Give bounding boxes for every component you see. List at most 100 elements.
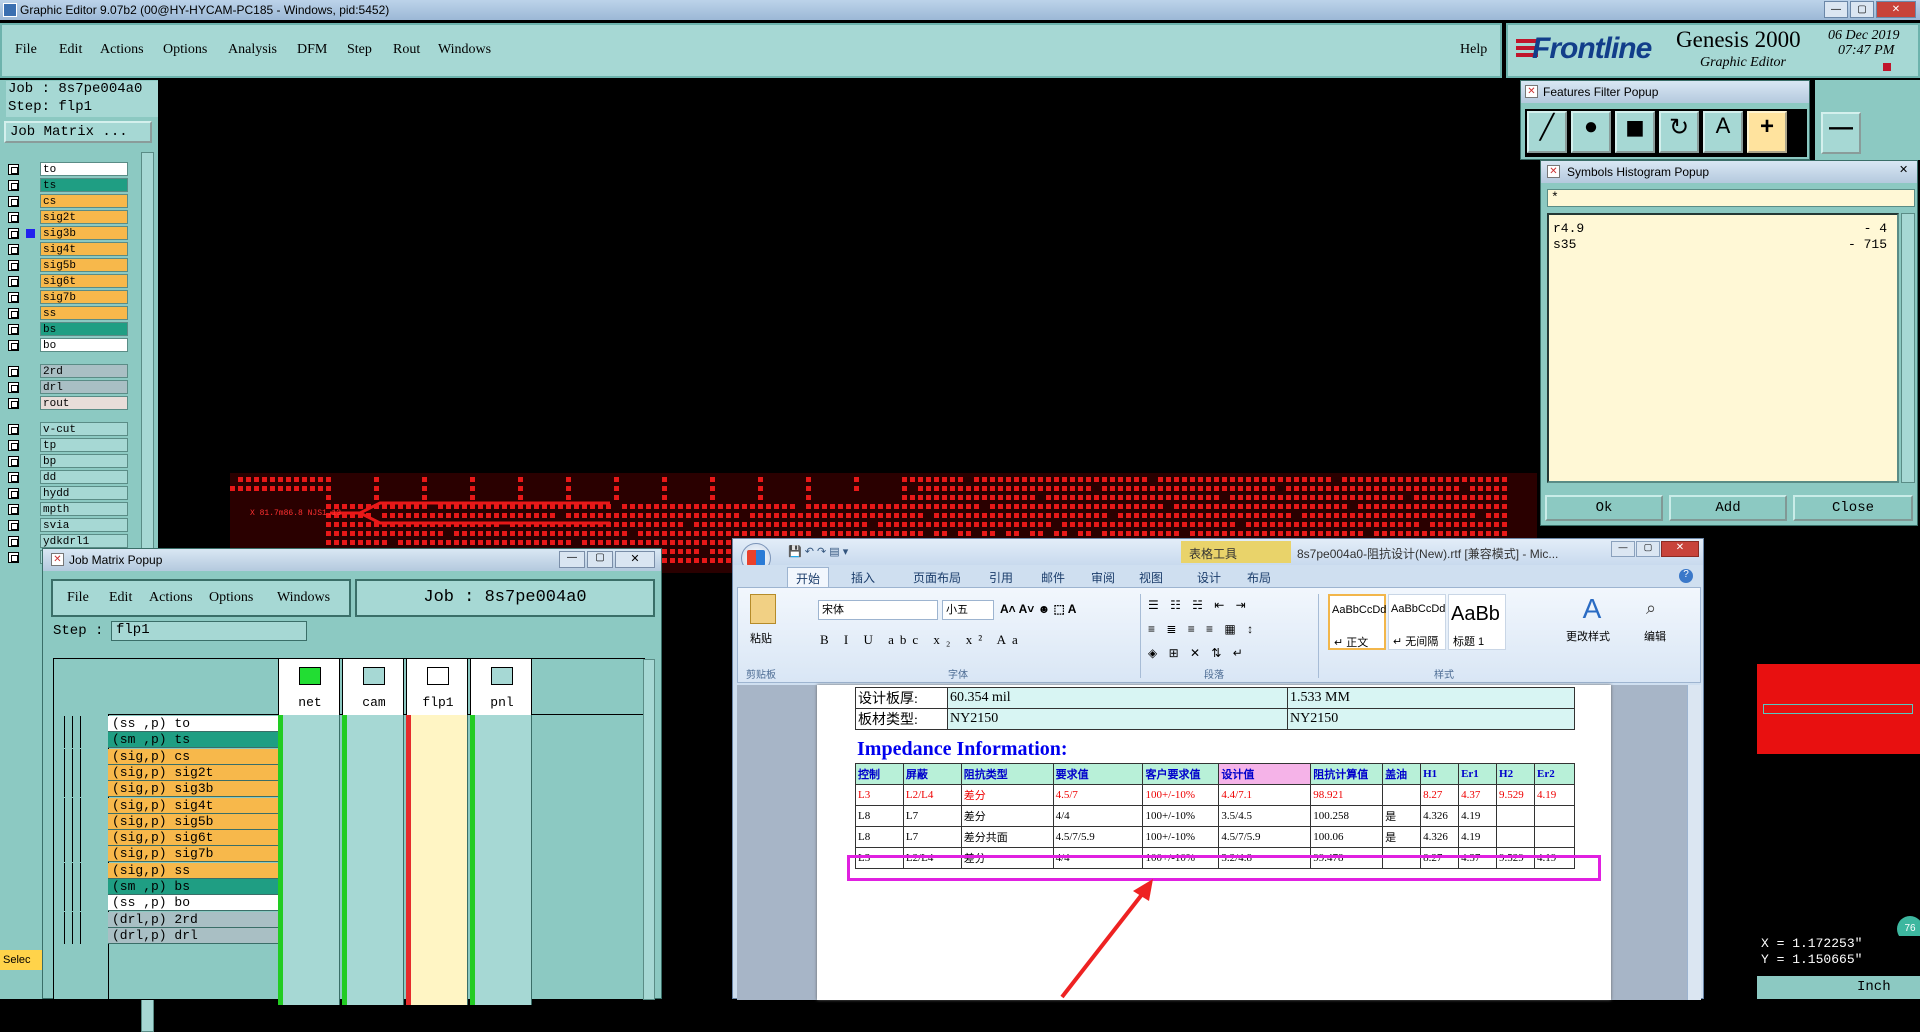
layer-row[interactable]: mpth <box>6 502 128 517</box>
arc-feature-icon[interactable]: ↻ <box>1659 111 1699 153</box>
layer-name[interactable]: sig5b <box>40 258 128 272</box>
layer-row[interactable]: 2rd <box>6 364 128 379</box>
layer-name[interactable]: svia <box>40 518 128 532</box>
matrix-row-label[interactable]: (sig,p) ss <box>108 862 278 879</box>
matrix-column-cells[interactable] <box>342 715 404 1005</box>
matrix-row-label[interactable]: (sm ,p) ts <box>108 732 278 749</box>
layer-name[interactable]: ydkdrl1 <box>40 534 128 548</box>
matrix-row-label[interactable]: (sm ,p) bs <box>108 879 278 895</box>
word-close-button[interactable]: ✕ <box>1661 541 1699 557</box>
style-gallery-item[interactable]: AaBbCcDd ↵ 无间隔 <box>1388 594 1446 650</box>
word-maximize-button[interactable]: ▢ <box>1636 541 1660 557</box>
popup-close-button[interactable]: ✕ <box>615 551 655 568</box>
help-icon[interactable]: ? <box>1679 569 1693 583</box>
layer-name[interactable]: to <box>40 162 128 176</box>
layer-name[interactable]: rout <box>40 396 128 410</box>
matrix-row-handle[interactable] <box>54 813 108 830</box>
layer-row[interactable]: tp <box>6 438 128 453</box>
ribbon-tab[interactable]: 引用 <box>981 567 1021 588</box>
matrix-row-label[interactable]: (drl,p) drl <box>108 927 278 944</box>
layer-name[interactable]: 2rd <box>40 364 128 378</box>
font-size-buttons[interactable]: A˄ A˅ ☻ ⬚ A <box>1000 602 1076 616</box>
positive-polarity-icon[interactable]: + <box>1747 111 1787 153</box>
matrix-row-label[interactable]: (sig,p) cs <box>108 748 278 765</box>
job-matrix-button[interactable]: Job Matrix ... <box>4 121 152 143</box>
jm-menu-options[interactable]: Options <box>209 590 253 606</box>
matrix-row-label[interactable]: (sig,p) sig6t <box>108 830 278 847</box>
matrix-row-label[interactable]: (ss ,p) bo <box>108 895 278 912</box>
layer-checkbox[interactable] <box>8 382 19 393</box>
layer-checkbox[interactable] <box>8 244 19 255</box>
menu-windows[interactable]: Windows <box>438 42 491 58</box>
layer-checkbox[interactable] <box>8 180 19 191</box>
negative-polarity-icon[interactable]: — <box>1821 112 1861 154</box>
layer-row[interactable]: v-cut <box>6 422 128 437</box>
ribbon-tab[interactable]: 邮件 <box>1033 567 1073 588</box>
layer-row[interactable]: ydkdrl1 <box>6 534 128 549</box>
matrix-row-label[interactable]: (drl,p) 2rd <box>108 911 278 928</box>
layer-name[interactable]: mpth <box>40 502 128 516</box>
text-feature-icon[interactable]: A <box>1703 111 1743 153</box>
menu-dfm[interactable]: DFM <box>297 42 327 58</box>
matrix-row-handle[interactable] <box>54 911 108 928</box>
layer-name[interactable]: tp <box>40 438 128 452</box>
jm-menu-actions[interactable]: Actions <box>149 590 193 606</box>
layer-checkbox[interactable] <box>8 552 19 563</box>
maximize-button[interactable]: ▢ <box>1850 1 1874 18</box>
matrix-scrollbar[interactable] <box>643 659 655 1000</box>
layer-checkbox[interactable] <box>8 472 19 483</box>
change-style-label[interactable]: 更改样式 <box>1566 628 1610 644</box>
layer-checkbox[interactable] <box>8 340 19 351</box>
layer-checkbox[interactable] <box>8 276 19 287</box>
matrix-column-header[interactable]: net <box>278 659 340 715</box>
pad-feature-icon[interactable]: ● <box>1571 111 1611 153</box>
histogram-entry[interactable]: s35 - 715 <box>1553 237 1893 252</box>
menu-step[interactable]: Step <box>347 42 372 58</box>
menu-rout[interactable]: Rout <box>393 42 420 58</box>
layer-checkbox[interactable] <box>8 488 19 499</box>
layer-checkbox[interactable] <box>8 228 19 239</box>
matrix-column-cells[interactable] <box>406 715 468 1005</box>
matrix-row-handle[interactable] <box>54 716 108 732</box>
find-icon[interactable]: ⌕ <box>1646 598 1656 619</box>
matrix-row-label[interactable]: (sig,p) sig7b <box>108 846 278 863</box>
ribbon-tab[interactable]: 布局 <box>1239 567 1279 588</box>
jm-menu-file[interactable]: File <box>67 590 89 606</box>
layer-checkbox[interactable] <box>8 440 19 451</box>
menu-file[interactable]: File <box>15 42 37 58</box>
layer-row[interactable]: sig3b <box>6 226 128 241</box>
layer-name[interactable]: v-cut <box>40 422 128 436</box>
layer-row[interactable]: hydd <box>6 486 128 501</box>
matrix-row-handle[interactable] <box>54 797 108 814</box>
word-minimize-button[interactable]: — <box>1611 541 1635 557</box>
layer-name[interactable]: sig7b <box>40 290 128 304</box>
font-format-buttons[interactable]: B I U abc x₂ x² Aa <box>820 632 1024 648</box>
histogram-list[interactable]: r4.9 - 4 s35 - 715 <box>1547 213 1899 483</box>
close-button[interactable]: ✕ <box>1876 1 1916 18</box>
font-size-select[interactable]: 小五 <box>942 600 994 620</box>
layer-row[interactable]: rout <box>6 396 128 411</box>
layer-row[interactable]: sig6t <box>6 274 128 289</box>
layer-row[interactable]: dd <box>6 470 128 485</box>
menu-help[interactable]: Help <box>1460 42 1487 58</box>
layer-row[interactable]: sig2t <box>6 210 128 225</box>
layer-row[interactable]: to <box>6 162 128 177</box>
histogram-close-icon[interactable]: ✕ <box>1899 164 1911 176</box>
matrix-column-cells[interactable] <box>278 715 340 1005</box>
layer-name[interactable]: bs <box>40 322 128 336</box>
layer-row[interactable]: sig5b <box>6 258 128 273</box>
jm-step-field[interactable]: flp1 <box>111 621 307 641</box>
matrix-row-label[interactable]: (sig,p) sig5b <box>108 813 278 830</box>
layer-row[interactable]: drl <box>6 380 128 395</box>
matrix-column-header[interactable]: flp1 <box>406 659 468 715</box>
histogram-add-button[interactable]: Add <box>1669 495 1787 521</box>
layer-row[interactable]: sig7b <box>6 290 128 305</box>
layer-row[interactable]: svia <box>6 518 128 533</box>
matrix-row-label[interactable]: (ss ,p) to <box>108 716 278 732</box>
layer-name[interactable]: dd <box>40 470 128 484</box>
ribbon-tab[interactable]: 视图 <box>1131 567 1171 588</box>
matrix-row-handle[interactable] <box>54 781 108 798</box>
layer-name[interactable]: sig3b <box>40 226 128 240</box>
ribbon-tab[interactable]: 设计 <box>1189 567 1229 588</box>
matrix-row-handle[interactable] <box>54 764 108 781</box>
